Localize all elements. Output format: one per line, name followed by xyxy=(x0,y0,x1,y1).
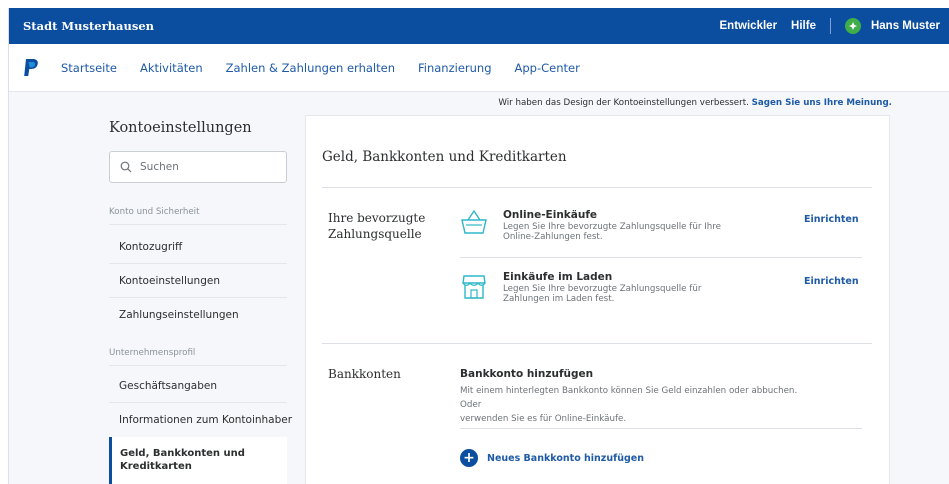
feedback-link[interactable]: Sagen Sie uns Ihre Meinung. xyxy=(752,98,892,108)
top-bar: Stadt Musterhausen Entwickler Hilfe Hans… xyxy=(9,8,949,44)
section-label-business: Unternehmensprofil xyxy=(109,348,196,358)
sidebar-item-zahlungseinstellungen[interactable]: Zahlungseinstellungen xyxy=(119,309,239,321)
add-bank-desc-1: Mit einem hinterlegten Bankkonto können … xyxy=(460,386,798,410)
online-purchases-desc-2: Online-Zahlungen fest. xyxy=(503,232,603,242)
nav-items: Startseite Aktivitäten Zahlen & Zahlunge… xyxy=(61,44,603,92)
card-title: Geld, Bankkonten und Kreditkarten xyxy=(322,149,567,165)
in-store-desc-2: Zahlungen im Laden fest. xyxy=(503,294,615,304)
online-purchases-desc-1: Legen Sie Ihre bevorzugte Zahlungsquelle… xyxy=(503,222,721,232)
online-purchases-title: Online-Einkäufe xyxy=(503,209,598,221)
in-store-desc-1: Legen Sie Ihre bevorzugte Zahlungsquelle… xyxy=(503,284,702,294)
divider xyxy=(460,428,862,429)
search-icon xyxy=(120,161,132,173)
sidebar-divider xyxy=(109,402,287,403)
design-notice: Wir haben das Design der Kontoeinstellun… xyxy=(309,98,892,108)
paypal-logo-icon[interactable] xyxy=(23,59,39,77)
app-frame: Stadt Musterhausen Entwickler Hilfe Hans… xyxy=(8,8,949,484)
sidebar-item-active-label: Geld, Bankkonten und Kreditkarten xyxy=(120,448,245,472)
notice-text: Wir haben das Design der Kontoeinstellun… xyxy=(498,98,749,108)
search-placeholder: Suchen xyxy=(140,161,179,173)
user-avatar-icon[interactable] xyxy=(844,18,861,34)
divider xyxy=(322,343,872,344)
sidebar-item-kontozugriff[interactable]: Kontozugriff xyxy=(119,241,182,253)
nav-finanzierung[interactable]: Finanzierung xyxy=(418,61,492,75)
shopping-basket-icon xyxy=(461,209,487,234)
add-bank-desc-2: verwenden Sie es für Online-Einkäufe. xyxy=(460,414,627,424)
add-bank-account-button[interactable]: + Neues Bankkonto hinzufügen xyxy=(460,449,644,467)
search-input[interactable]: Suchen xyxy=(109,151,287,183)
top-bar-divider xyxy=(829,18,831,34)
user-name[interactable]: Hans Muster xyxy=(871,20,940,32)
sidebar-item-active[interactable]: Geld, Bankkonten und Kreditkarten xyxy=(109,437,287,484)
top-bar-right: Entwickler Hilfe Hans Muster xyxy=(720,8,949,44)
sidebar-title: Kontoeinstellungen xyxy=(109,120,252,136)
add-bank-account-label: Neues Bankkonto hinzufügen xyxy=(487,452,645,464)
preferred-source-label-1: Ihre bevorzugte xyxy=(328,211,426,225)
bank-accounts-label: Bankkonten xyxy=(328,367,401,381)
divider xyxy=(322,187,872,188)
main-nav: Startseite Aktivitäten Zahlen & Zahlunge… xyxy=(9,44,949,92)
brand-name: Stadt Musterhausen xyxy=(23,19,155,33)
add-bank-desc: Mit einem hinterlegten Bankkonto können … xyxy=(460,384,820,426)
sidebar-item-kontoinhaber[interactable]: Informationen zum Kontoinhaber xyxy=(119,414,292,426)
setup-online-button[interactable]: Einrichten xyxy=(804,214,859,225)
divider xyxy=(460,257,862,258)
nav-startseite[interactable]: Startseite xyxy=(61,61,117,75)
sidebar-divider xyxy=(109,365,287,366)
nav-app-center[interactable]: App-Center xyxy=(515,61,580,75)
sidebar-divider xyxy=(109,224,287,225)
add-bank-title: Bankkonto hinzufügen xyxy=(460,368,594,380)
plus-icon: + xyxy=(460,449,478,467)
nav-zahlungen[interactable]: Zahlen & Zahlungen erhalten xyxy=(226,61,395,75)
setup-in-store-button[interactable]: Einrichten xyxy=(804,276,859,287)
sidebar-item-geschaeftsangaben[interactable]: Geschäftsangaben xyxy=(119,380,217,392)
sidebar-divider xyxy=(109,263,287,264)
help-link[interactable]: Hilfe xyxy=(791,20,816,32)
in-store-title: Einkäufe im Laden xyxy=(503,271,613,283)
settings-card: Geld, Bankkonten und Kreditkarten Ihre b… xyxy=(305,115,890,484)
sidebar-divider xyxy=(109,297,287,298)
section-label-account: Konto und Sicherheit xyxy=(109,207,200,217)
sidebar-item-kontoeinstellungen[interactable]: Kontoeinstellungen xyxy=(119,275,220,287)
storefront-icon xyxy=(462,275,486,299)
preferred-source-label-2: Zahlungsquelle xyxy=(328,227,422,241)
nav-aktivitaeten[interactable]: Aktivitäten xyxy=(140,61,203,75)
developer-link[interactable]: Entwickler xyxy=(720,20,778,32)
